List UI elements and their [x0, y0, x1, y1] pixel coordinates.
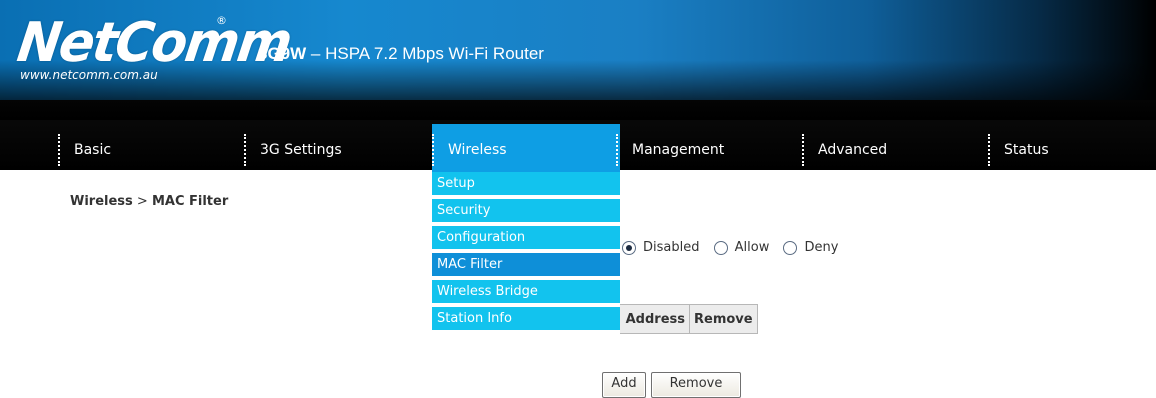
registered-mark: ®	[216, 14, 227, 27]
nav-status[interactable]: Status	[988, 124, 1154, 172]
nav-label: Advanced	[818, 142, 888, 158]
radio-label: Allow	[734, 240, 770, 255]
nav-label: 3G Settings	[260, 142, 342, 158]
product-description: – HSPA 7.2 Mbps Wi-Fi Router	[306, 44, 544, 63]
nav-management[interactable]: Management	[616, 124, 802, 172]
column-header-remove: Remove	[689, 304, 758, 334]
radio-button[interactable]	[713, 240, 728, 255]
remove-button[interactable]: Remove	[651, 372, 741, 398]
mac-filter-mode: Disabled Allow Deny	[622, 240, 848, 259]
menu-item-configuration[interactable]: Configuration	[432, 226, 620, 249]
menu-item-security[interactable]: Security	[432, 199, 620, 222]
nav-separator	[432, 134, 434, 166]
breadcrumb-section: Wireless	[70, 194, 133, 209]
radio-button[interactable]	[622, 240, 636, 255]
nav-separator	[988, 134, 990, 166]
breadcrumb-separator: >	[132, 194, 152, 209]
nav-label: Status	[1004, 142, 1049, 158]
netcomm-logo: NetComm	[13, 11, 295, 75]
breadcrumb: Wireless > MAC Filter	[70, 194, 228, 209]
add-button[interactable]: Add	[602, 372, 646, 398]
radio-label: Disabled	[643, 240, 700, 255]
radio-label: Deny	[804, 240, 839, 255]
menu-item-station-info[interactable]: Station Info	[432, 307, 620, 330]
nav-label: Wireless	[448, 142, 507, 158]
nav-separator	[58, 134, 60, 166]
nav-wireless[interactable]: Wireless	[432, 124, 620, 172]
nav-3g-settings[interactable]: 3G Settings	[244, 124, 430, 172]
nav-separator	[802, 134, 804, 166]
logo-url: www.netcomm.com.au	[20, 68, 158, 82]
nav-basic[interactable]: Basic	[58, 124, 244, 172]
nav-label: Basic	[74, 142, 112, 158]
menu-item-wireless-bridge[interactable]: Wireless Bridge	[432, 280, 620, 303]
radio-allow[interactable]: Allow	[713, 240, 770, 255]
nav-separator	[616, 134, 618, 166]
main-nav: Basic 3G Settings Wireless Management Ad…	[0, 124, 1156, 172]
column-header-label: Address	[625, 311, 685, 327]
radio-deny[interactable]: Deny	[783, 240, 838, 255]
nav-label: Management	[632, 142, 725, 158]
menu-item-setup[interactable]: Setup	[432, 172, 620, 195]
product-title: 3G9W – HSPA 7.2 Mbps Wi-Fi Router	[258, 44, 544, 64]
radio-disabled[interactable]: Disabled	[622, 240, 699, 255]
nav-separator	[244, 134, 246, 166]
wireless-dropdown-menu: Setup Security Configuration MAC Filter …	[432, 172, 620, 334]
radio-button[interactable]	[783, 240, 798, 255]
breadcrumb-page: MAC Filter	[151, 194, 229, 209]
menu-item-mac-filter[interactable]: MAC Filter	[432, 253, 620, 276]
nav-advanced[interactable]: Advanced	[802, 124, 988, 172]
product-model: 3G9W	[258, 44, 307, 63]
